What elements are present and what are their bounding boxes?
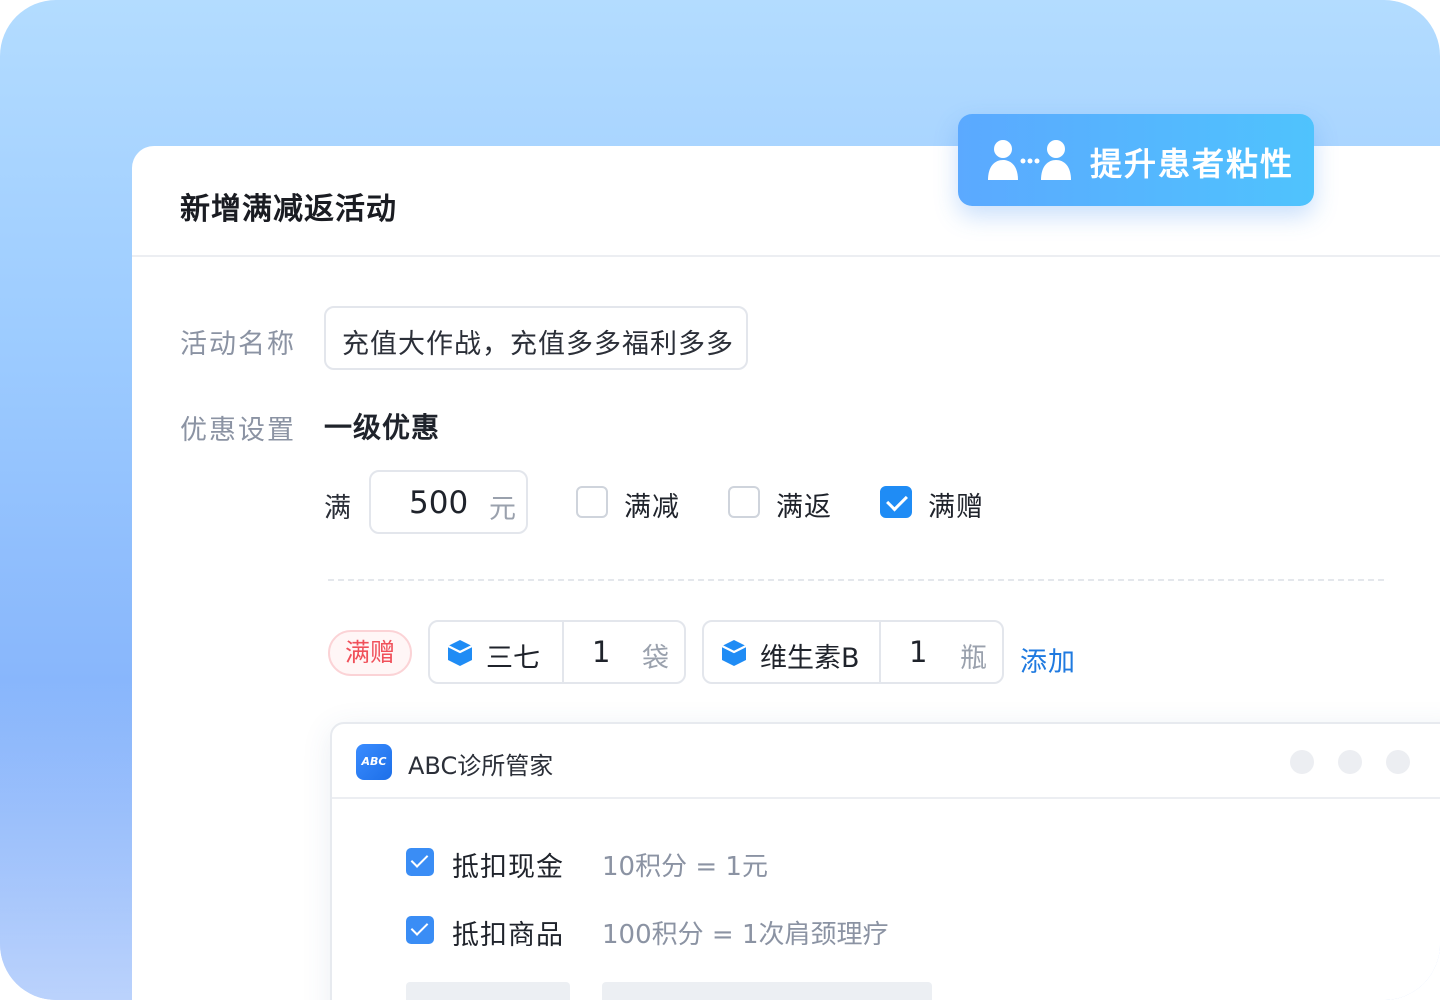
gift-divider xyxy=(879,622,881,682)
app-logo: ABC xyxy=(356,744,392,780)
medicine-box-icon xyxy=(447,640,473,666)
users-chat-icon xyxy=(988,140,1071,180)
gift-item[interactable]: 三七 1 袋 xyxy=(428,620,686,684)
cash-deduct-checkbox[interactable] xyxy=(406,848,434,876)
goods-deduct-label: 抵扣商品 xyxy=(452,920,564,951)
full-reduce-checkbox[interactable] xyxy=(576,486,608,518)
feature-badge: 提升患者粘性 xyxy=(958,114,1314,206)
gift-name: 维生素B xyxy=(760,643,860,674)
gift-divider xyxy=(562,622,564,682)
app-window-header: ABC ABC诊所管家 xyxy=(332,724,1440,799)
full-return-label: 满返 xyxy=(776,492,832,523)
background-frame: 新增满减返活动 提升患者粘性 活动名称 充值大作战，充值多多福利多多 优惠设置 … xyxy=(0,0,1440,1000)
cash-deduct-label: 抵扣现金 xyxy=(452,852,564,883)
threshold-amount-value: 500 xyxy=(409,485,469,521)
discount-settings-label: 优惠设置 xyxy=(180,415,296,446)
threshold-amount-input[interactable]: 500 元 xyxy=(369,470,528,534)
gift-quantity[interactable]: 1 xyxy=(592,635,610,669)
window-control-dot[interactable] xyxy=(1338,750,1362,774)
medicine-box-icon xyxy=(721,640,747,666)
goods-deduct-rule: 100积分 = 1次肩颈理疗 xyxy=(602,920,889,950)
gift-unit: 袋 xyxy=(642,643,669,674)
full-gift-checkbox[interactable] xyxy=(880,486,912,518)
gift-name: 三七 xyxy=(486,643,540,674)
full-return-checkbox[interactable] xyxy=(728,486,760,518)
add-gift-link[interactable]: 添加 xyxy=(1020,640,1076,679)
threshold-prefix: 满 xyxy=(324,493,351,524)
gift-item[interactable]: 维生素B 1 瓶 xyxy=(702,620,1004,684)
activity-name-value: 充值大作战，充值多多福利多多 xyxy=(342,329,734,360)
window-control-dot[interactable] xyxy=(1386,750,1410,774)
activity-name-input[interactable]: 充值大作战，充值多多福利多多 xyxy=(324,306,748,370)
gift-quantity[interactable]: 1 xyxy=(909,635,927,669)
cash-deduct-rule: 10积分 = 1元 xyxy=(602,852,768,882)
threshold-unit: 元 xyxy=(489,494,516,525)
full-reduce-label: 满减 xyxy=(624,492,680,523)
gift-tag: 满赠 xyxy=(328,630,412,676)
activity-name-label: 活动名称 xyxy=(180,329,296,360)
background-fade xyxy=(0,680,132,1000)
page-title: 新增满减返活动 xyxy=(180,192,397,227)
level-title: 一级优惠 xyxy=(324,411,441,444)
section-divider xyxy=(328,579,1384,581)
goods-deduct-checkbox[interactable] xyxy=(406,916,434,944)
app-name: ABC诊所管家 xyxy=(408,752,554,780)
full-gift-label: 满赠 xyxy=(928,492,984,523)
app-window: ABC ABC诊所管家 抵扣现金 10积分 = 1元 抵扣商品 100积分 = … xyxy=(330,722,1440,1000)
badge-text: 提升患者粘性 xyxy=(1090,145,1295,183)
placeholder-bar xyxy=(406,982,570,1000)
window-control-dot[interactable] xyxy=(1290,750,1314,774)
gift-unit: 瓶 xyxy=(960,643,987,674)
placeholder-bar xyxy=(602,982,932,1000)
